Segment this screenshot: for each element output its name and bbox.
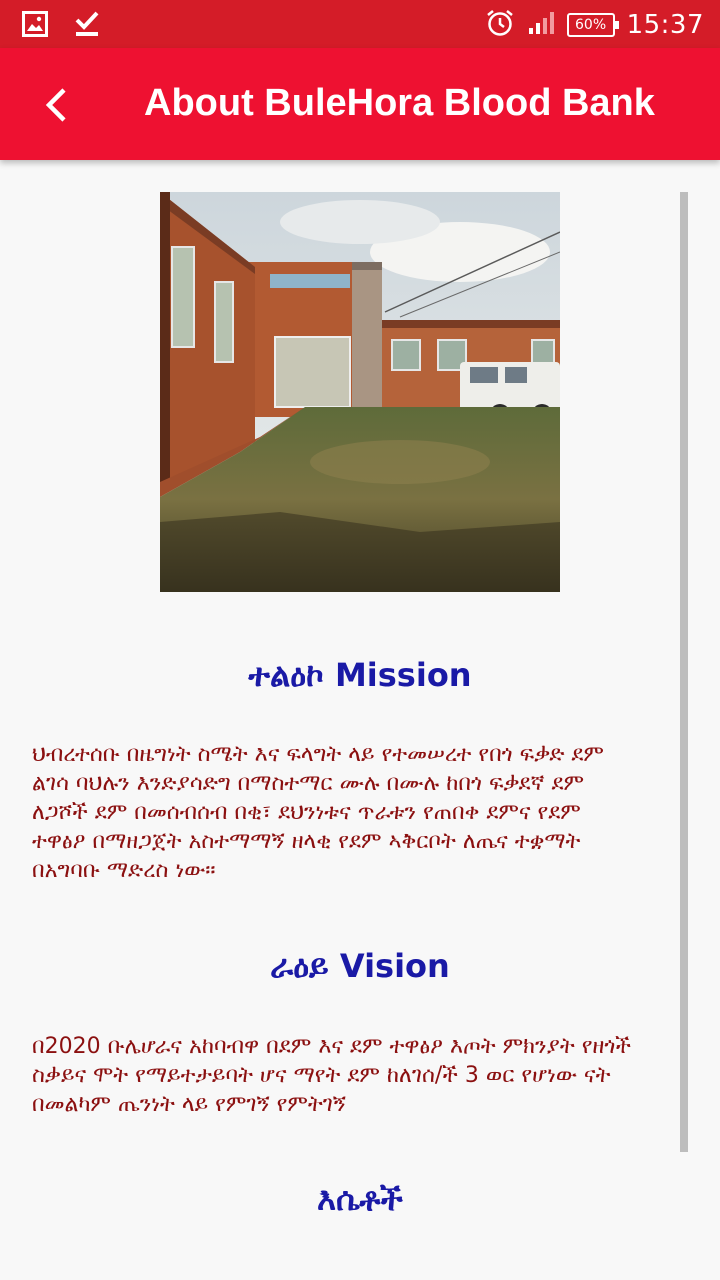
content-scroll[interactable]: ተልዕኮ Mission ህብረተሰቡ በዜግነት ስሜት እና ፍላግት ላይ… bbox=[0, 160, 720, 1280]
values-heading: እሴቶች bbox=[317, 1180, 403, 1218]
vision-text: በ2020 ቡሌሆራና አከባብዋ በደም እና ደም ተዋፅዖ እጦት ምክን… bbox=[32, 1034, 631, 1117]
alarm-icon bbox=[485, 8, 515, 42]
vision-heading: ራዕይ Vision bbox=[270, 947, 450, 985]
mission-text: ህብረተሰቡ በዜግነት ስሜት እና ፍላግት ላይ የተመሠረተ የበጎ ፍ… bbox=[32, 742, 604, 883]
clock: 15:37 bbox=[626, 10, 704, 40]
download-done-icon bbox=[74, 10, 100, 42]
battery-icon: 60% bbox=[566, 13, 619, 37]
app-bar: About BuleHora Blood Bank bbox=[0, 48, 720, 160]
status-bar: 60% 15:37 bbox=[0, 0, 720, 48]
mission-heading: ተልዕኮ Mission bbox=[248, 656, 472, 694]
image-icon bbox=[22, 11, 48, 41]
page-title: About BuleHora Blood Bank bbox=[144, 82, 655, 124]
blood-bank-building-photo bbox=[160, 192, 560, 592]
arrow-back-icon[interactable] bbox=[32, 80, 82, 130]
signal-icon bbox=[527, 10, 555, 40]
